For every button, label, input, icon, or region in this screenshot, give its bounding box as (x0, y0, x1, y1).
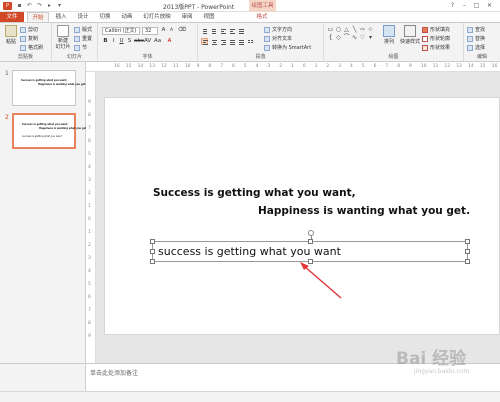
baidu-watermark-url: jingyan.baidu.com (414, 368, 470, 375)
status-bar (0, 391, 500, 402)
baidu-watermark: Bai 经验 (396, 349, 467, 369)
arrow-shaft (303, 265, 342, 299)
notes-left-pane (0, 363, 86, 391)
notes-placeholder[interactable]: 单击此处添加备注 (90, 368, 138, 377)
annotation-arrow (300, 262, 342, 299)
